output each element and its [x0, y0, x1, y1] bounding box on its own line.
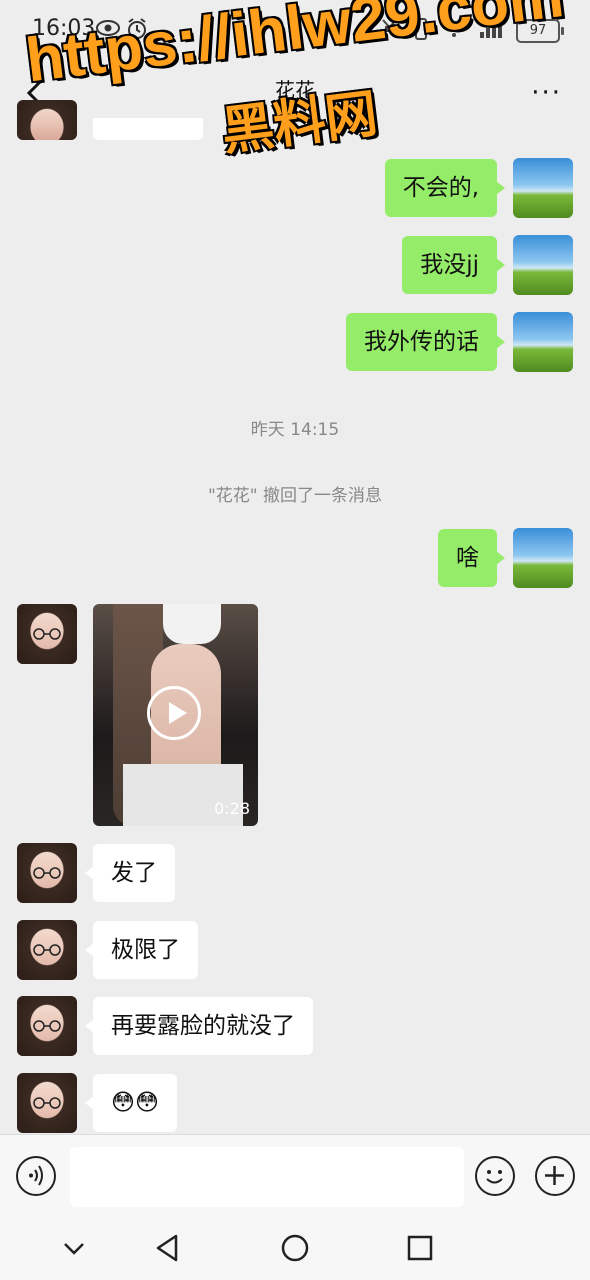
chevron-down-icon[interactable] — [58, 1232, 90, 1264]
video-message[interactable]: 0:28 — [93, 604, 258, 826]
status-time: 16:03 — [32, 16, 96, 41]
home-circle-icon[interactable] — [279, 1232, 311, 1264]
contact-message-bubble[interactable]: 😳😳 — [85, 1074, 177, 1132]
eye-icon — [96, 18, 120, 42]
plus-icon[interactable] — [535, 1156, 575, 1196]
my-avatar[interactable] — [513, 312, 573, 372]
message-input[interactable] — [70, 1147, 464, 1207]
my-message-bubble[interactable]: 不会的, — [384, 159, 506, 217]
video-duration: 0:28 — [214, 799, 250, 818]
recall-notice: "花花" 撤回了一条消息 — [207, 486, 383, 506]
battery-indicator: 97 — [516, 19, 564, 43]
vibrate-icon — [414, 18, 428, 44]
chat-title: 花花 — [275, 78, 315, 102]
chat-header: 花花 ··· — [0, 58, 590, 130]
contact-avatar[interactable] — [17, 996, 77, 1056]
input-bar — [0, 1134, 590, 1217]
contact-avatar[interactable] — [17, 100, 77, 140]
my-avatar[interactable] — [513, 158, 573, 218]
status-bar: 16:03 97 — [0, 0, 590, 58]
more-options-button[interactable]: ··· — [531, 78, 562, 108]
contact-message-bubble[interactable]: 极限了 — [85, 921, 198, 979]
play-icon[interactable] — [147, 686, 201, 740]
alarm-icon — [126, 18, 148, 44]
my-avatar[interactable] — [513, 235, 573, 295]
contact-avatar[interactable] — [17, 1073, 77, 1133]
recents-square-icon[interactable] — [404, 1232, 436, 1264]
timestamp: 昨天 14:15 — [250, 420, 340, 440]
contact-avatar[interactable] — [17, 920, 77, 980]
back-triangle-icon[interactable] — [152, 1232, 184, 1264]
signal-icon — [480, 20, 502, 42]
voice-icon[interactable] — [16, 1156, 56, 1196]
my-message-bubble[interactable]: 啥 — [438, 529, 505, 587]
my-message-bubble[interactable]: 我外传的话 — [346, 313, 505, 371]
emoji-icon[interactable] — [475, 1156, 515, 1196]
contact-avatar[interactable] — [17, 604, 77, 664]
contact-message-bubble[interactable]: 再要露脸的就没了 — [85, 997, 313, 1055]
my-avatar[interactable] — [513, 528, 573, 588]
wifi-icon — [442, 20, 466, 42]
contact-avatar[interactable] — [17, 843, 77, 903]
mute-icon — [382, 19, 400, 43]
system-nav-bar — [0, 1216, 590, 1280]
message-bubble-clipped — [93, 118, 203, 140]
my-message-bubble[interactable]: 我没jj — [402, 236, 505, 294]
contact-message-bubble[interactable]: 发了 — [85, 844, 175, 902]
